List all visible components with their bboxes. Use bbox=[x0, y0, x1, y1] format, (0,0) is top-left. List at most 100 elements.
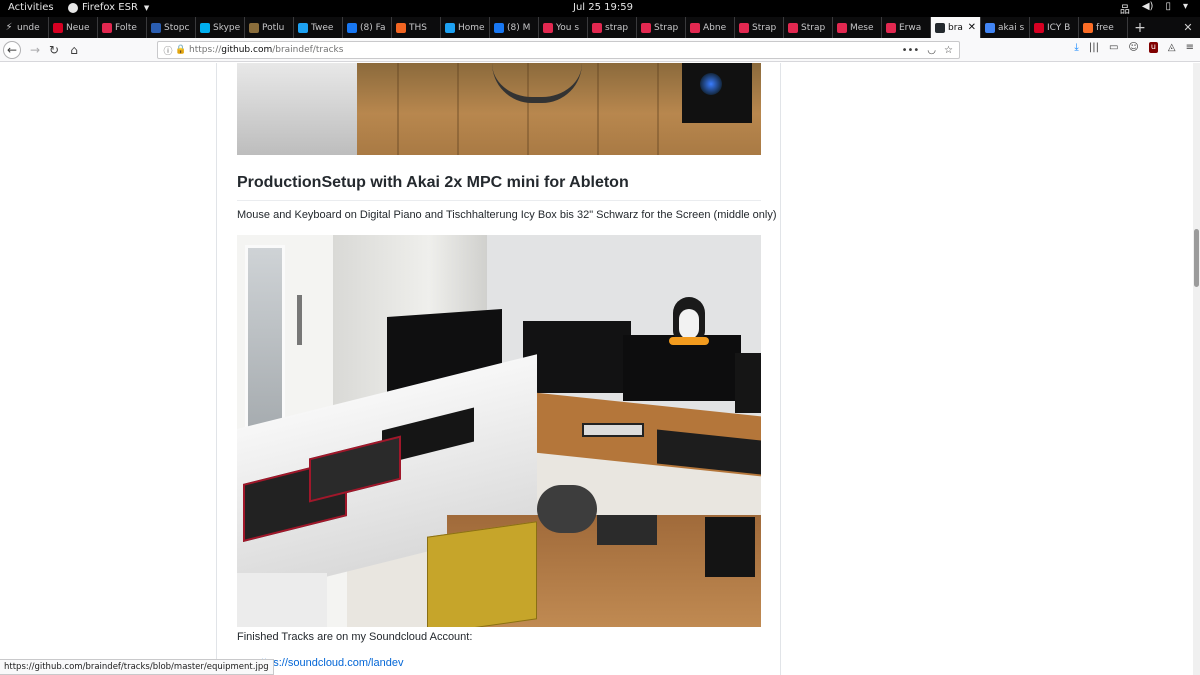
browser-tab[interactable]: bra ✕ bbox=[931, 17, 981, 38]
gnome-top-bar: Activities Firefox ESR ▼ Jul 25 19:59 品 … bbox=[0, 0, 1200, 17]
back-button[interactable]: ← bbox=[3, 41, 21, 59]
network-icon: 品 bbox=[1119, 5, 1130, 16]
room-photo-top[interactable] bbox=[237, 63, 761, 155]
browser-tab[interactable]: Mese bbox=[833, 17, 882, 38]
chevron-down-icon: ▾ bbox=[1182, 1, 1188, 12]
browser-tab[interactable]: Twee bbox=[294, 17, 343, 38]
download-icon[interactable]: ⤓ bbox=[1074, 42, 1078, 53]
browser-tab[interactable]: Potlu bbox=[245, 17, 294, 38]
system-tray[interactable]: 品 ◀) ▯ ▾ bbox=[1120, 1, 1188, 16]
browser-tab[interactable]: free bbox=[1079, 17, 1128, 38]
browser-tab[interactable]: ICY B bbox=[1030, 17, 1079, 38]
browser-tab[interactable]: Erwa bbox=[882, 17, 931, 38]
tab-label: Home bbox=[458, 22, 485, 33]
potluck-icon bbox=[249, 22, 259, 33]
chevron-down-icon: ▼ bbox=[143, 3, 150, 12]
browser-tab[interactable]: Neue bbox=[49, 17, 98, 38]
forward-button[interactable]: → bbox=[26, 41, 44, 59]
app-menu[interactable]: Firefox ESR ▼ bbox=[68, 2, 149, 13]
browser-tab[interactable]: THS bbox=[392, 17, 441, 38]
new-tab-button[interactable]: + bbox=[1128, 17, 1152, 38]
mail-icon bbox=[690, 22, 700, 33]
browser-tab[interactable]: ⚡ unde bbox=[0, 17, 49, 38]
browser-tab[interactable]: akai s bbox=[981, 17, 1030, 38]
browser-tab[interactable]: Strap bbox=[735, 17, 784, 38]
ublock-icon[interactable]: u bbox=[1148, 42, 1158, 53]
twitter-icon bbox=[445, 22, 455, 33]
ths-icon bbox=[396, 22, 406, 33]
section-heading: ProductionSetup with Akai 2x MPC mini fo… bbox=[237, 174, 761, 201]
red-square-icon bbox=[102, 22, 112, 33]
tab-label: free bbox=[1096, 22, 1114, 33]
browser-tab[interactable]: Abne bbox=[686, 17, 735, 38]
volume-icon: ◀) bbox=[1141, 1, 1154, 12]
gitlab-icon bbox=[1083, 22, 1093, 33]
browser-tab[interactable]: Stopc bbox=[147, 17, 196, 38]
extension-icon[interactable]: ◬ bbox=[1168, 42, 1176, 53]
browser-tab[interactable]: Folte bbox=[98, 17, 147, 38]
pocket-icon[interactable]: ◡ bbox=[927, 45, 936, 56]
setup-description: Mouse and Keyboard on Digital Piano and … bbox=[237, 209, 777, 221]
browser-tab[interactable]: Skype bbox=[196, 17, 245, 38]
b-logo-icon bbox=[1034, 22, 1044, 33]
url-prefix: https:// bbox=[189, 45, 222, 55]
info-icon[interactable]: ⓘ bbox=[161, 44, 175, 57]
browser-tab[interactable]: Home bbox=[441, 17, 490, 38]
page-actions-icon[interactable]: ••• bbox=[902, 45, 920, 56]
scrollbar-thumb[interactable] bbox=[1194, 229, 1199, 287]
tab-label: Twee bbox=[311, 22, 334, 33]
mail-icon bbox=[641, 22, 651, 33]
account-icon[interactable]: ☺ bbox=[1128, 42, 1138, 53]
tracks-text: Finished Tracks are on my Soundcloud Acc… bbox=[237, 631, 473, 643]
google-icon bbox=[985, 22, 995, 33]
twitter-icon bbox=[298, 22, 308, 33]
browser-tab[interactable]: Strap bbox=[637, 17, 686, 38]
tab-label: You s bbox=[556, 22, 580, 33]
tab-label: Strap bbox=[752, 22, 777, 33]
tab-strip: ⚡ unde Neue Folte Stopc Skype Potlu Twee (8) Fa T… bbox=[0, 17, 1200, 38]
url-bar[interactable]: ⓘ 🔒 https://github.com/braindef/tracks •… bbox=[157, 41, 960, 59]
sidebar-icon[interactable]: ▭ bbox=[1109, 42, 1118, 53]
tab-label: Neue bbox=[66, 22, 90, 33]
mail-icon bbox=[592, 22, 602, 33]
mail-icon bbox=[886, 22, 896, 33]
browser-tab[interactable]: (8) Fa bbox=[343, 17, 392, 38]
browser-tab[interactable]: strap bbox=[588, 17, 637, 38]
vertical-scrollbar[interactable] bbox=[1193, 63, 1200, 675]
clock[interactable]: Jul 25 19:59 bbox=[573, 2, 633, 13]
url-path: /braindef/tracks bbox=[272, 45, 344, 55]
home-button[interactable]: ⌂ bbox=[65, 41, 83, 59]
library-icon[interactable]: ||| bbox=[1089, 42, 1099, 53]
tab-label: THS bbox=[409, 22, 427, 33]
lock-icon[interactable]: 🔒 bbox=[175, 45, 186, 55]
z-logo-icon bbox=[53, 22, 63, 33]
battery-icon: ▯ bbox=[1165, 1, 1171, 12]
menu-icon[interactable]: ≡ bbox=[1186, 42, 1194, 53]
tab-label: Stopc bbox=[164, 22, 190, 33]
studio-setup-photo[interactable] bbox=[237, 235, 761, 627]
reload-button[interactable]: ↻ bbox=[45, 41, 63, 59]
github-icon bbox=[935, 22, 945, 33]
tab-label: (8) M bbox=[507, 22, 531, 33]
tab-label: (8) Fa bbox=[360, 22, 386, 33]
browser-tab[interactable]: (8) M bbox=[490, 17, 539, 38]
firefox-icon bbox=[68, 2, 78, 13]
page-viewport[interactable]: ProductionSetup with Akai 2x MPC mini fo… bbox=[0, 63, 1193, 675]
activities-button[interactable]: Activities bbox=[8, 2, 54, 13]
browser-tab[interactable]: Strap bbox=[784, 17, 833, 38]
navigation-toolbar: ← → ↻ ⌂ ⓘ 🔒 https://github.com/braindef/… bbox=[0, 38, 1200, 62]
skype-icon bbox=[200, 22, 210, 33]
url-text[interactable]: https://github.com/braindef/tracks bbox=[189, 45, 343, 55]
status-url-tooltip: https://github.com/braindef/tracks/blob/… bbox=[0, 659, 274, 675]
tab-label: Abne bbox=[703, 22, 727, 33]
window-close-button[interactable]: ✕ bbox=[1176, 17, 1200, 38]
bookmark-star-icon[interactable]: ☆ bbox=[944, 45, 953, 56]
tab-label: akai s bbox=[998, 22, 1025, 33]
stack-icon bbox=[151, 22, 161, 33]
tab-label: Strap bbox=[654, 22, 679, 33]
tab-label: unde bbox=[17, 22, 40, 33]
close-tab-icon[interactable]: ✕ bbox=[968, 22, 980, 33]
soundcloud-link[interactable]: ttps://soundcloud.com/landev bbox=[261, 657, 403, 669]
browser-tab[interactable]: You s bbox=[539, 17, 588, 38]
facebook-icon bbox=[347, 22, 357, 33]
